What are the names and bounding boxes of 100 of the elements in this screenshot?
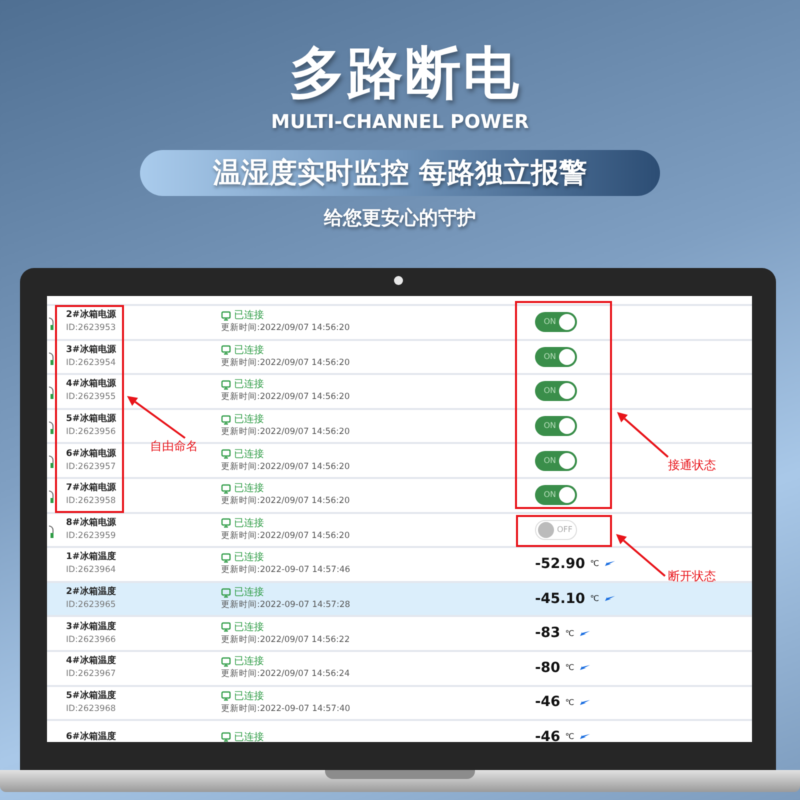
update-time: 更新时间:2022/09/07 14:56:20 <box>221 460 351 474</box>
temperature-value: -52.90 <box>535 554 586 574</box>
device-name: 1#冰箱温度 <box>66 551 117 564</box>
device-id: ID:2623964 <box>66 564 117 578</box>
unit-label: ℃ <box>590 558 600 570</box>
arrow-icon <box>579 733 592 742</box>
temperature-value: -46 <box>535 693 560 712</box>
connection-status: 已连接 <box>234 413 264 426</box>
toggle-switch[interactable]: ON <box>535 346 577 367</box>
update-time: 更新时间:2022/09/07 14:56:20 <box>221 530 351 543</box>
temperature-value: -80 <box>535 658 560 678</box>
arrow-icon <box>579 664 592 672</box>
device-name: 5#冰箱温度 <box>66 690 117 703</box>
device-id: ID:2623966 <box>66 634 117 647</box>
device-id: ID:2623953 <box>66 322 117 336</box>
update-time: 更新时间:2022/09/07 14:56:20 <box>221 356 351 370</box>
monitor-icon <box>221 622 231 632</box>
connection-status: 已连接 <box>234 448 264 461</box>
unit-label: ℃ <box>565 731 574 742</box>
monitor-icon <box>221 345 231 356</box>
device-name: 4#冰箱电源 <box>66 378 117 392</box>
device-name: 3#冰箱温度 <box>66 620 117 634</box>
device-id: ID:2623968 <box>66 702 117 716</box>
device-name: 6#冰箱电源 <box>66 448 117 461</box>
monitor-icon <box>221 732 231 742</box>
device-id: ID:2623957 <box>66 460 117 474</box>
device-name: 6#冰箱温度 <box>66 730 117 742</box>
update-time: 更新时间:2022-09-07 14:57:46 <box>221 564 352 578</box>
feature-banner: 温湿度实时监控 每路独立报警 <box>140 150 660 196</box>
toggle-switch[interactable]: ON <box>535 416 577 436</box>
connection-status: 已连接 <box>234 730 264 742</box>
connection-status: 已连接 <box>234 690 264 703</box>
toggle-switch[interactable]: ON <box>535 485 577 506</box>
unit-label: ℃ <box>565 662 574 674</box>
monitor-icon <box>221 552 231 563</box>
annotation-label: 断开状态 <box>668 568 716 585</box>
plug-icon <box>48 524 54 539</box>
connection-status: 已连接 <box>234 620 264 634</box>
monitor-icon <box>221 656 231 667</box>
device-id: ID:2623954 <box>66 356 117 370</box>
plug-icon <box>48 352 54 366</box>
device-id: ID:2623955 <box>66 391 117 404</box>
plug-icon <box>48 420 54 435</box>
pointer-arrow <box>616 534 666 577</box>
device-id: ID:2623956 <box>66 426 117 440</box>
device-id: ID:2623959 <box>66 530 117 543</box>
pointer-arrow <box>127 396 186 439</box>
connection-status: 已连接 <box>234 378 264 392</box>
device-id: ID:2623965 <box>66 599 117 612</box>
connection-status: 已连接 <box>234 344 264 357</box>
arrow-icon <box>604 560 616 568</box>
update-time: 更新时间:2022/09/07 14:56:20 <box>221 495 351 508</box>
toggle-switch[interactable]: ON <box>535 450 577 471</box>
toggle-switch[interactable]: ON <box>535 381 577 402</box>
update-time: 更新时间:2022/09/07 14:56:22 <box>221 634 351 647</box>
temperature-value: -45.10 <box>535 590 586 609</box>
plug-icon <box>48 490 54 504</box>
arrow-icon <box>579 698 592 707</box>
update-time: 更新时间:2022/09/07 14:56:20 <box>221 391 351 404</box>
device-id: ID:2623967 <box>66 668 117 682</box>
device-name: 8#冰箱电源 <box>66 516 117 530</box>
arrow-icon <box>579 630 592 638</box>
connection-status: 已连接 <box>234 655 264 668</box>
camera-dot <box>394 276 403 285</box>
annotation-label: 自由命名 <box>150 438 198 455</box>
subheadline: MULTI-CHANNEL POWER <box>271 110 529 134</box>
annotation-label: 接通状态 <box>668 457 716 474</box>
temperature-value: -46 <box>535 728 560 742</box>
monitor-icon <box>221 449 231 460</box>
update-time: 更新时间:2022-09-07 14:57:28 <box>221 599 352 612</box>
device-name: 3#冰箱电源 <box>66 344 117 357</box>
plug-icon <box>48 386 54 400</box>
monitor-icon <box>221 484 231 494</box>
monitor-icon <box>221 518 231 528</box>
connection-status: 已连接 <box>234 482 264 496</box>
plug-icon <box>48 317 54 331</box>
toggle-switch[interactable]: OFF <box>535 520 577 540</box>
selected-row[interactable]: 2#冰箱温度 ID:2623965 已连接 更新时间:2022-09-07 14:57:28 -45.10 ℃ <box>47 582 752 618</box>
unit-label: ℃ <box>590 593 600 606</box>
connection-status: 已连接 <box>234 516 264 530</box>
device-name: 7#冰箱电源 <box>66 482 117 496</box>
toggle-switch[interactable]: ON <box>535 312 577 332</box>
plug-icon <box>48 455 54 470</box>
update-time: 更新时间:2022/09/07 14:56:24 <box>221 668 351 682</box>
monitor-icon <box>221 414 231 425</box>
unit-label: ℃ <box>565 628 574 640</box>
headline: 多路断电 <box>289 42 521 106</box>
device-name: 5#冰箱电源 <box>66 413 117 426</box>
connection-status: 已连接 <box>234 551 264 564</box>
device-name: 4#冰箱温度 <box>66 655 117 668</box>
monitor-icon <box>221 380 231 390</box>
tagline: 给您更安心的守护 <box>324 206 476 231</box>
device-name: 2#冰箱电源 <box>66 309 117 322</box>
monitor-icon <box>221 588 231 598</box>
connection-status: 已连接 <box>234 586 264 600</box>
temperature-value: -83 <box>535 624 560 644</box>
unit-label: ℃ <box>565 696 574 709</box>
update-time: 更新时间:2022/09/07 14:56:20 <box>221 322 351 336</box>
connection-status: 已连接 <box>234 309 264 322</box>
device-id: ID:2623958 <box>66 495 117 508</box>
